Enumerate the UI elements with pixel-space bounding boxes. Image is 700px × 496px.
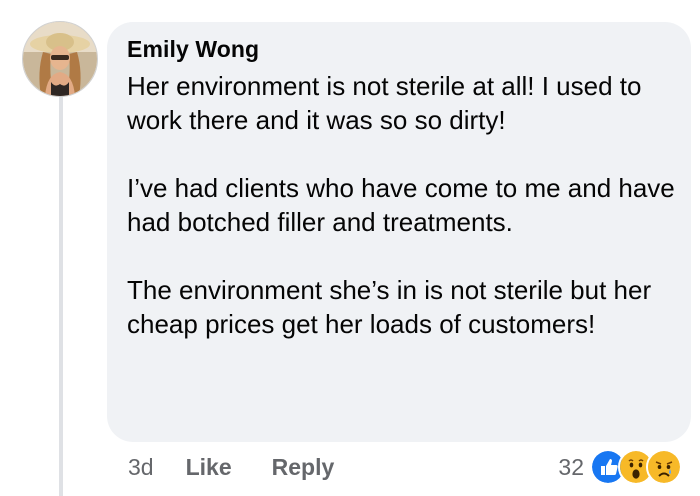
comment-paragraph: The environment she’s in is not sterile … <box>127 275 652 339</box>
sad-icon <box>646 449 682 485</box>
reactions-summary[interactable]: 32 <box>558 449 682 485</box>
comment-paragraph: I’ve had clients who have come to me and… <box>127 173 675 237</box>
comment-bubble: Emily Wong Her environment is not steril… <box>107 22 691 442</box>
reply-button[interactable]: Reply <box>272 454 335 481</box>
author-name[interactable]: Emily Wong <box>127 36 259 63</box>
comment-paragraph: Her environment is not sterile at all! I… <box>127 71 642 135</box>
like-button[interactable]: Like <box>186 454 232 481</box>
reaction-count: 32 <box>558 453 584 480</box>
comment-container: Emily Wong Her environment is not steril… <box>0 0 700 496</box>
profile-photo <box>23 22 97 96</box>
comment-actions: 3d Like Reply <box>128 452 334 482</box>
avatar[interactable] <box>22 21 98 97</box>
thread-line <box>59 94 63 496</box>
comment-text: Her environment is not sterile at all! I… <box>127 69 687 341</box>
timestamp[interactable]: 3d <box>128 454 154 481</box>
